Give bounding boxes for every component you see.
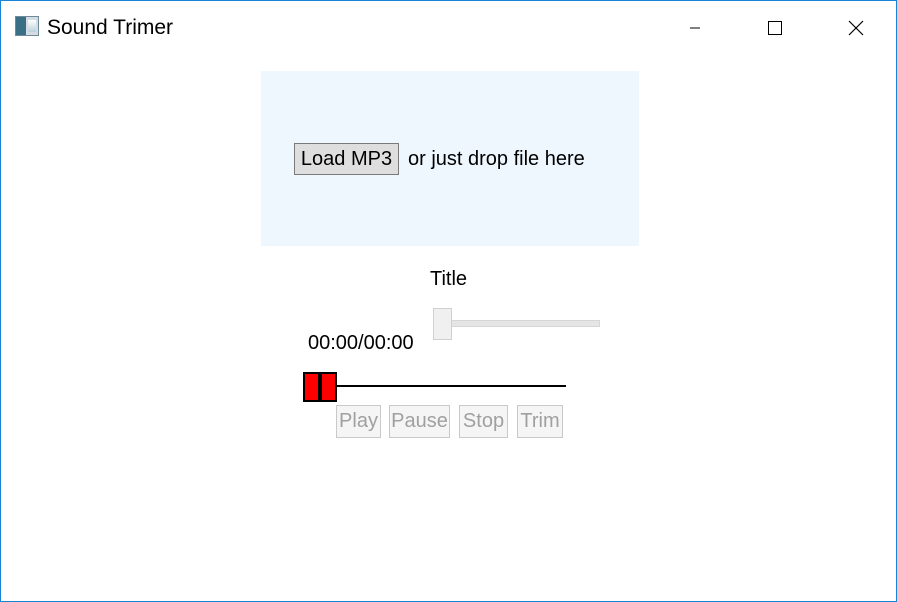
stop-button[interactable]: Stop bbox=[459, 405, 508, 438]
trim-end-handle[interactable] bbox=[320, 372, 337, 402]
pause-button[interactable]: Pause bbox=[389, 405, 450, 438]
play-button[interactable]: Play bbox=[336, 405, 381, 438]
app-icon bbox=[15, 16, 39, 36]
load-mp3-button[interactable]: Load MP3 bbox=[294, 143, 399, 175]
maximize-button[interactable] bbox=[745, 1, 805, 55]
time-readout: 00:00/00:00 bbox=[308, 332, 414, 354]
close-button[interactable] bbox=[826, 1, 886, 55]
volume-slider-thumb[interactable] bbox=[433, 308, 452, 340]
app-window: Sound Trimer Load MP3 or just drop file … bbox=[0, 0, 897, 602]
trim-button[interactable]: Trim bbox=[517, 405, 563, 438]
track-title: Title bbox=[430, 268, 468, 290]
trim-range-line[interactable] bbox=[319, 385, 566, 387]
volume-slider-track[interactable] bbox=[434, 320, 600, 327]
drop-hint: or just drop file here bbox=[408, 148, 585, 170]
title-bar[interactable]: Sound Trimer bbox=[1, 1, 896, 55]
trim-start-handle[interactable] bbox=[303, 372, 320, 402]
maximize-icon bbox=[768, 21, 782, 35]
minimize-button[interactable] bbox=[665, 1, 725, 55]
minimize-icon bbox=[690, 27, 700, 29]
window-title: Sound Trimer bbox=[47, 16, 174, 39]
close-icon bbox=[848, 20, 864, 36]
